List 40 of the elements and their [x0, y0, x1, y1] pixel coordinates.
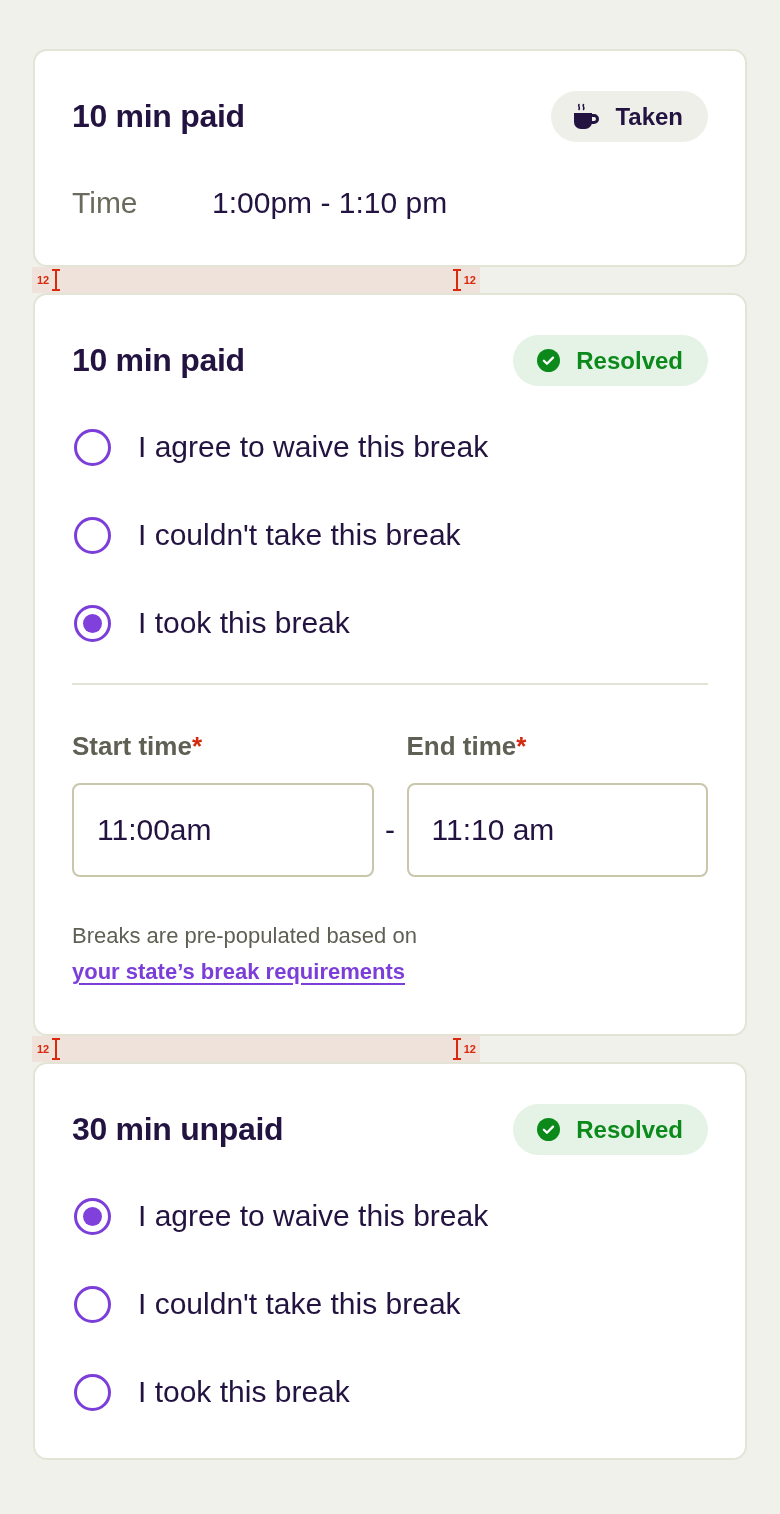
- radio-button[interactable]: [74, 1197, 111, 1235]
- spacing-value: 12: [463, 1043, 476, 1055]
- radio-button[interactable]: [74, 604, 111, 642]
- status-text: Resolved: [576, 346, 683, 375]
- radio-button[interactable]: [74, 1285, 111, 1323]
- required-mark: *: [516, 730, 527, 762]
- status-text: Resolved: [576, 1115, 683, 1144]
- spacing-value: 12: [37, 1043, 50, 1055]
- radio-button[interactable]: [74, 516, 111, 554]
- check-circle-icon: [537, 349, 561, 372]
- radio-button[interactable]: [74, 1373, 111, 1411]
- field-label: End time: [406, 730, 517, 762]
- break-title: 10 min paid: [72, 342, 245, 379]
- time-value: 1:00pm - 1:10 pm: [212, 185, 448, 221]
- time-input[interactable]: 11:00am: [72, 783, 374, 877]
- status-text: Taken: [615, 102, 683, 131]
- spacing-marker-icon: [452, 1038, 461, 1060]
- time-label: Time: [72, 185, 139, 221]
- option-label[interactable]: I took this break: [138, 606, 350, 640]
- coffee-cup-icon: [573, 102, 600, 131]
- required-mark: *: [191, 730, 203, 762]
- option-label[interactable]: I agree to waive this break: [138, 1199, 489, 1233]
- radio-button[interactable]: [74, 428, 111, 466]
- field-label: Start time: [72, 730, 192, 762]
- spacing-value: 12: [37, 274, 50, 286]
- range-separator: -: [385, 813, 395, 847]
- requirements-link[interactable]: your state’s break requirements: [72, 959, 405, 984]
- time-input[interactable]: 11:10 am: [406, 783, 708, 877]
- spacing-marker-icon: [52, 269, 61, 291]
- option-label[interactable]: I took this break: [138, 1375, 350, 1409]
- helper-text: Breaks are pre-populated based on your state’s break requirements: [72, 922, 418, 986]
- break-title: 30 min unpaid: [72, 1111, 284, 1148]
- break-title: 10 min paid: [72, 98, 245, 135]
- option-label[interactable]: I agree to waive this break: [138, 430, 489, 464]
- spacing-value: 12: [463, 274, 476, 286]
- check-circle-icon: [537, 1118, 561, 1141]
- option-label[interactable]: I couldn't take this break: [138, 518, 461, 552]
- spacing-marker-icon: [52, 1038, 61, 1060]
- spacing-marker-icon: [452, 269, 461, 291]
- option-label[interactable]: I couldn't take this break: [138, 1287, 461, 1321]
